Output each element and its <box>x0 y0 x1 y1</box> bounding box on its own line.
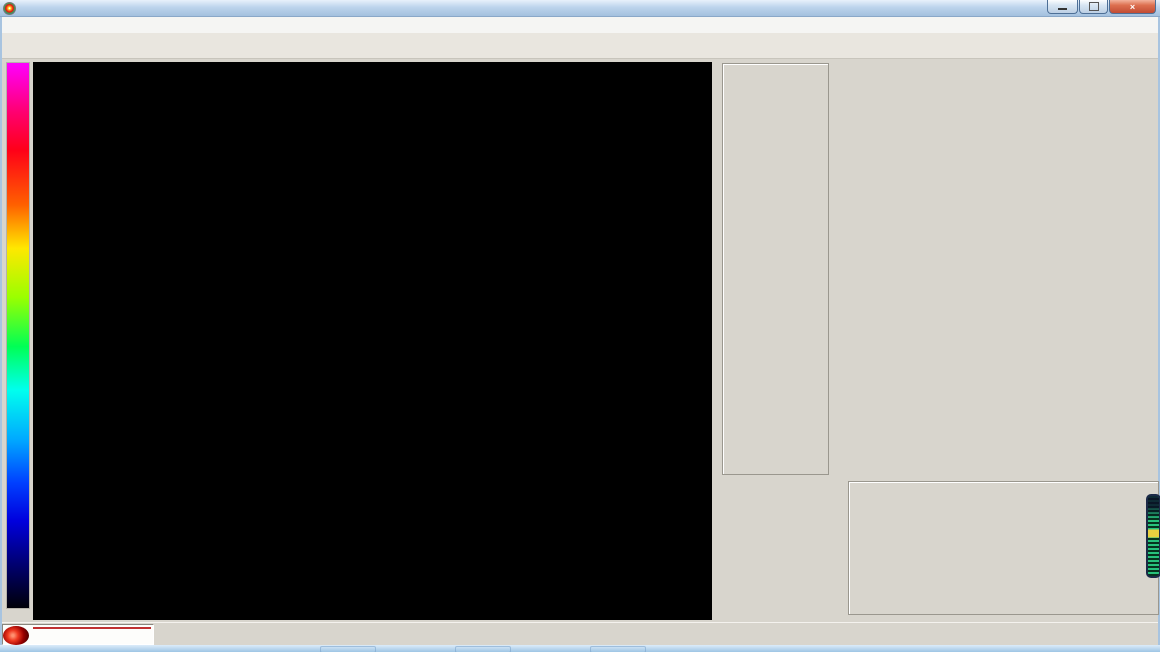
minimize-button[interactable] <box>1047 0 1078 14</box>
maximize-button[interactable] <box>1079 0 1108 14</box>
beam-3d-view[interactable] <box>33 62 712 620</box>
main-area <box>2 58 1160 622</box>
logo-divider <box>33 627 151 629</box>
width-table-panel <box>848 481 1159 615</box>
app-icon <box>3 1 16 15</box>
taskbar-button-ghost <box>455 646 511 652</box>
maximize-icon <box>1088 2 1099 11</box>
intensity-colorbar <box>6 62 30 609</box>
menu-bar <box>2 17 1158 34</box>
taskbar-strip <box>0 645 1160 652</box>
window-controls: × <box>1046 0 1156 14</box>
status-bar <box>2 622 1158 645</box>
close-button[interactable]: × <box>1109 0 1156 14</box>
taskbar-button-ghost <box>590 646 646 652</box>
logo-texts <box>33 626 151 630</box>
minimize-icon <box>1058 7 1067 10</box>
close-icon: × <box>1129 1 1136 12</box>
saturation-level-indicator <box>1146 494 1160 578</box>
title-bar: × <box>0 0 1160 17</box>
measurements-panel <box>722 63 829 475</box>
logo-panel <box>2 624 154 645</box>
duma-logo-icon <box>3 626 29 645</box>
toolbar <box>2 33 1158 59</box>
taskbar-button-ghost <box>320 646 376 652</box>
